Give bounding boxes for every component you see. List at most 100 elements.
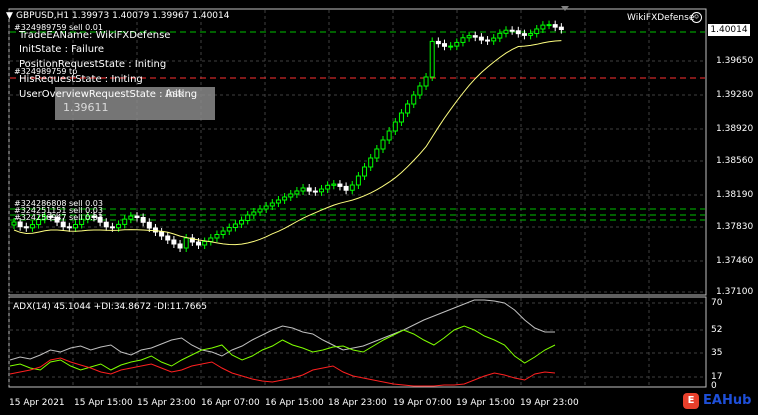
time-tick: 15 Apr 15:00 <box>74 398 133 408</box>
candle-body <box>405 103 411 114</box>
symbol-info: GBPUSD,H1 1.39973 1.40079 1.39967 1.4001… <box>16 11 230 21</box>
time-tick: 15 Apr 2021 <box>9 398 65 408</box>
eahub-watermark: E EAHub <box>683 391 753 411</box>
ea-name-label: WikiFXDefense <box>627 13 695 23</box>
candle-body <box>66 226 72 229</box>
candle-body <box>503 29 509 34</box>
candle-body <box>325 184 331 190</box>
time-tick: 16 Apr 15:00 <box>265 398 324 408</box>
candle-body <box>140 216 146 223</box>
candle-body <box>245 214 251 221</box>
ea-status-line-0: TradeEAName: WikiFXDefense <box>19 30 171 41</box>
chart-menu-arrow-icon[interactable]: ▼ <box>6 11 13 21</box>
candle-body <box>134 215 140 218</box>
candle-body <box>251 211 257 216</box>
candle-body <box>460 37 466 43</box>
candle-body <box>374 148 380 159</box>
candle-body <box>521 33 527 36</box>
candle-body <box>294 190 300 195</box>
candle-body <box>355 175 361 186</box>
candle-body <box>312 190 318 193</box>
candle-body <box>159 231 165 237</box>
candle-body <box>116 223 122 229</box>
price-tick: 1.38920 <box>716 124 754 134</box>
adx-tick: 70 <box>711 298 723 308</box>
adx-indicator-label: ADX(14) 45.1044 +DI:34.8672 -DI:11.7665 <box>13 302 207 312</box>
time-tick: 19 Apr 15:00 <box>456 398 515 408</box>
candle-body <box>442 43 447 47</box>
candle-body <box>331 183 337 186</box>
candle-body <box>362 166 368 177</box>
price-tick: 1.38560 <box>716 156 754 166</box>
ea-status-line-4: UserOverviewRequestState : Initing <box>19 89 198 100</box>
candle-body <box>392 121 398 132</box>
candle-body <box>337 183 343 187</box>
candle-body <box>177 243 183 249</box>
candle-body <box>146 221 152 229</box>
candle-body <box>319 188 324 193</box>
price-tick: 1.37100 <box>716 287 754 297</box>
candle-body <box>558 26 564 31</box>
candle-body <box>202 241 208 246</box>
candle-body <box>282 196 288 201</box>
ask-tooltip-value: 1.39611 <box>63 101 109 114</box>
candle-body <box>478 36 484 41</box>
candle-body <box>398 112 404 123</box>
candle-body <box>454 41 460 47</box>
price-tick: 1.37460 <box>716 256 754 266</box>
candle-body <box>497 32 503 39</box>
candle-body <box>491 37 497 42</box>
candle-body <box>263 205 269 210</box>
candle-body <box>109 226 115 229</box>
minus-di-line <box>9 357 556 387</box>
candle-body <box>183 237 189 249</box>
adx-tick: 0 <box>711 381 717 391</box>
time-tick: 19 Apr 07:00 <box>393 398 452 408</box>
candle-body <box>417 85 423 96</box>
candle-body <box>552 24 558 28</box>
ea-smiley-icon[interactable]: ☺ <box>691 12 702 23</box>
current-price-label: 1.40014 <box>708 24 750 36</box>
candle-body <box>528 33 534 36</box>
candle-body <box>226 227 232 232</box>
candle-body <box>122 218 128 225</box>
chart-window[interactable]: ▼ GBPUSD,H1 1.39973 1.40079 1.39967 1.40… <box>0 0 758 415</box>
candle-body <box>435 40 441 45</box>
candle-body <box>196 241 201 246</box>
order-tag-lower-2[interactable]: #324256947 sell 0.03 <box>14 213 103 222</box>
candle-body <box>73 223 78 229</box>
candle-body <box>257 208 263 213</box>
candle-body <box>472 35 478 38</box>
price-tick: 1.37830 <box>716 222 754 232</box>
candle-body <box>380 139 386 150</box>
price-tick: 1.39280 <box>716 90 754 100</box>
candle-body <box>232 223 238 228</box>
plus-di-line <box>9 325 556 371</box>
eahub-logo-icon: E <box>683 393 699 409</box>
candle-body <box>214 234 220 239</box>
candle-body <box>288 193 294 198</box>
price-tick: 1.39650 <box>716 56 754 66</box>
candle-body <box>534 28 540 35</box>
price-panel-frame <box>8 8 707 296</box>
candle-body <box>239 220 245 225</box>
candle-body <box>17 221 23 228</box>
candle-body <box>485 39 491 42</box>
candle-body <box>11 221 17 226</box>
candle-body <box>171 239 177 245</box>
candle-body <box>60 221 66 228</box>
candle-body <box>300 187 306 192</box>
candle-body <box>275 199 281 204</box>
time-tick: 18 Apr 23:00 <box>328 398 387 408</box>
candle-body <box>509 29 515 32</box>
candle-body <box>368 157 374 168</box>
price-tick: 1.38190 <box>716 190 754 200</box>
candle-body <box>269 202 275 207</box>
candle-body <box>29 224 35 229</box>
candle-body <box>540 24 546 30</box>
time-tick: 16 Apr 07:00 <box>201 398 260 408</box>
candle-body <box>23 226 29 229</box>
candle-body <box>448 45 454 48</box>
candle-body <box>429 40 435 78</box>
candle-body <box>220 230 226 235</box>
